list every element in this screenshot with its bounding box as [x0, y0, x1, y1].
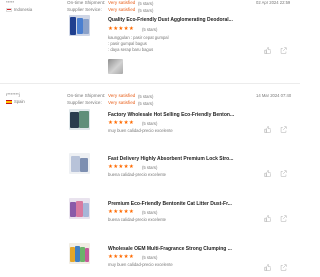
review-date: 14 Mar 2024 07:40 — [256, 93, 292, 98]
service-stars-count: (5 stars) — [138, 100, 154, 106]
thumbs-up-icon[interactable] — [264, 126, 271, 133]
product-rating-stars: ★★★★★ — [108, 254, 135, 260]
ontime-stars-count: (5 stars) — [138, 93, 154, 99]
service-label: Supplier Service: — [67, 7, 102, 12]
product-rating-stars: ★★★★★ — [108, 120, 135, 126]
product-title[interactable]: Wholesale OEM Multi-Fragrance Strong Clu… — [108, 247, 232, 252]
product-rating-count: (5 stars) — [142, 255, 158, 260]
product-thumbnail[interactable] — [69, 109, 90, 130]
reviewer-country: Indonesia — [14, 7, 33, 12]
thumbs-up-icon[interactable] — [264, 264, 271, 271]
review-divider — [0, 83, 300, 84]
ontime-label: On-time Shipment: — [67, 0, 106, 5]
share-icon[interactable] — [280, 126, 287, 133]
review-date: 02 Apr 2024 22:59 — [256, 0, 291, 5]
service-label: Supplier Service: — [67, 100, 102, 105]
product-title[interactable]: Factory Wholesale Hot Selling Eco-Friend… — [108, 113, 234, 118]
review-comment-line: : pasir gumpal bagus — [108, 41, 147, 46]
review-actions — [264, 215, 287, 222]
product-rating-count: (5 stars) — [142, 165, 158, 170]
flag-spain-icon — [6, 100, 12, 104]
product-rating-stars: ★★★★★ — [108, 164, 135, 170]
review-comment-line: : daya serap baru bagus — [108, 47, 154, 52]
review-comment-line: muy buen calidad-precio excelente — [108, 128, 173, 133]
service-rating: Very satisfied — [108, 100, 136, 105]
service-stars-count: (5 stars) — [138, 7, 154, 13]
product-thumbnail[interactable] — [69, 198, 90, 219]
product-rating-count: (5 stars) — [142, 27, 158, 32]
reviewer-name: r*******j — [6, 92, 20, 97]
review-comment-line: muy buen calidad-precio excelente — [108, 262, 173, 267]
thumbs-up-icon[interactable] — [264, 215, 271, 222]
review-comment-line: kaunggulan : pasir cepat gumpal — [108, 35, 169, 40]
review-comment-line: buena calidad-precio excelente — [108, 172, 166, 177]
review-comment-line: buena calidad-precio excelente — [108, 217, 166, 222]
share-icon[interactable] — [280, 170, 287, 177]
product-thumbnail[interactable] — [69, 153, 90, 174]
product-thumbnail[interactable] — [69, 15, 90, 36]
product-title[interactable]: Quality Eco-Friendly Dust Agglomerating … — [108, 18, 233, 23]
share-icon[interactable] — [280, 264, 287, 271]
thumbs-up-icon[interactable] — [264, 47, 271, 54]
review-actions — [264, 264, 287, 271]
product-title[interactable]: Premium Eco-Friendly Bentonite Cat Litte… — [108, 202, 232, 207]
service-rating: Very satisfied — [108, 7, 136, 12]
reviewer-name: ***** — [6, 0, 15, 5]
review-actions — [264, 47, 287, 54]
product-thumbnail[interactable] — [69, 243, 90, 264]
product-rating-stars: ★★★★★ — [108, 209, 135, 215]
thumbs-up-icon[interactable] — [264, 170, 271, 177]
ontime-label: On-time Shipment: — [67, 93, 106, 98]
flag-indonesia-icon — [6, 8, 12, 12]
product-rating-count: (5 stars) — [142, 210, 158, 215]
product-rating-count: (5 stars) — [142, 121, 158, 126]
ontime-rating: Very satisfied — [108, 0, 136, 5]
share-icon[interactable] — [280, 215, 287, 222]
ontime-stars-count: (5 stars) — [138, 0, 154, 6]
review-actions — [264, 126, 287, 133]
ontime-rating: Very satisfied — [108, 93, 136, 98]
review-actions — [264, 170, 287, 177]
product-rating-stars: ★★★★★ — [108, 26, 135, 32]
reviewer-country: Spain — [14, 99, 25, 104]
share-icon[interactable] — [280, 47, 287, 54]
product-title[interactable]: Fast Delivery Highly Absorbent Premium L… — [108, 157, 233, 162]
review-photo[interactable] — [108, 59, 123, 74]
